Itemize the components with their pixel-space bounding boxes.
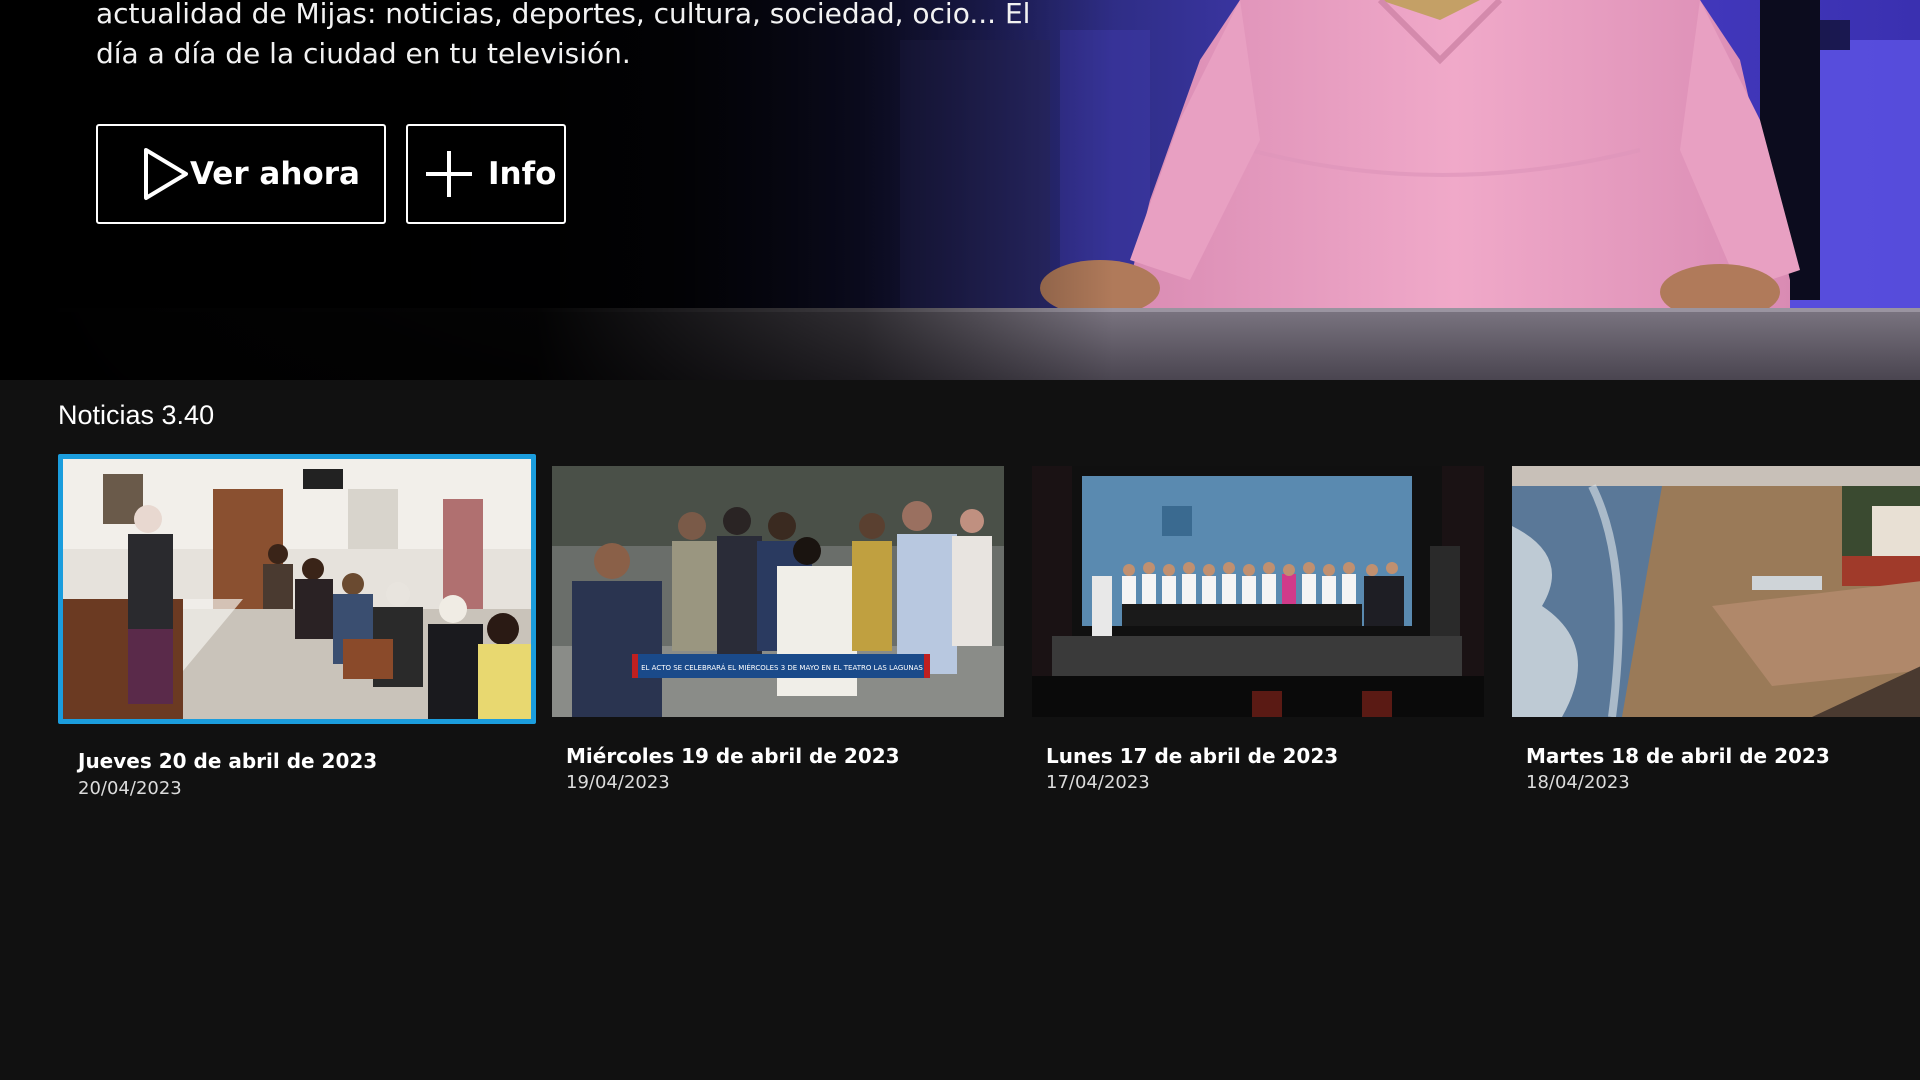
thumbnail-caption: EL ACTO SE CELEBRARÁ EL MIÉRCOLES 3 DE M… — [641, 663, 923, 672]
episode-title: Jueves 20 de abril de 2023 — [78, 749, 378, 773]
episode-title: Martes 18 de abril de 2023 — [1526, 744, 1830, 768]
watch-now-button[interactable]: Ver ahora — [96, 124, 386, 224]
watch-now-label: Ver ahora — [190, 156, 360, 192]
episode-thumbnail: EL ACTO SE CELEBRARÁ EL MIÉRCOLES 3 DE M… — [552, 466, 1004, 717]
info-button[interactable]: Info — [406, 124, 566, 224]
episode-title: Miércoles 19 de abril de 2023 — [566, 744, 900, 768]
episode-thumbnail — [1032, 466, 1484, 717]
info-label: Info — [488, 156, 557, 192]
episode-date: 17/04/2023 — [1046, 772, 1150, 793]
episode-date: 20/04/2023 — [78, 778, 182, 799]
episode-thumbnail — [58, 454, 536, 724]
episode-date: 18/04/2023 — [1526, 772, 1630, 793]
episode-title: Lunes 17 de abril de 2023 — [1046, 744, 1339, 768]
hero-banner: actualidad de Mijas: noticias, deportes,… — [0, 0, 1920, 380]
episode-date: 19/04/2023 — [566, 772, 670, 793]
plus-icon — [424, 146, 474, 202]
hero-actions: Ver ahora Info — [96, 124, 566, 224]
tv-app-screen: actualidad de Mijas: noticias, deportes,… — [0, 0, 1920, 1080]
episode-carousel: Jueves 20 de abril de 2023 20/04/2023 EL… — [58, 454, 1920, 834]
episode-thumbnail — [1512, 466, 1920, 717]
row-title: Noticias 3.40 — [58, 400, 215, 430]
play-icon — [140, 146, 190, 202]
hero-description: actualidad de Mijas: noticias, deportes,… — [96, 0, 1031, 70]
